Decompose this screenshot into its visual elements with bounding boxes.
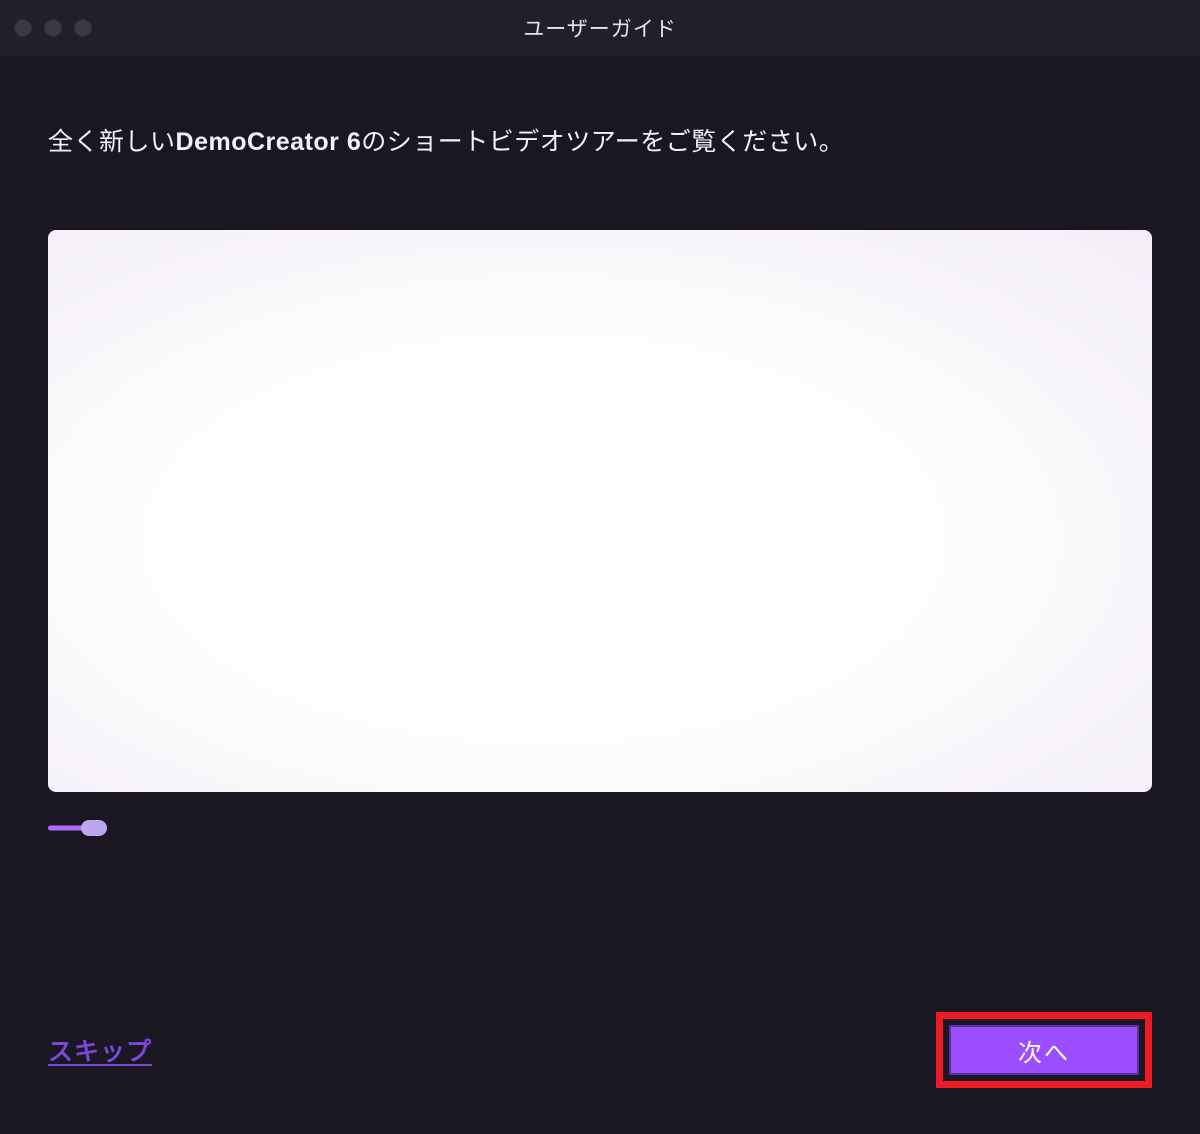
titlebar: ユーザーガイド <box>0 0 1200 56</box>
close-window-icon[interactable] <box>14 19 32 37</box>
maximize-window-icon[interactable] <box>74 19 92 37</box>
minimize-window-icon[interactable] <box>44 19 62 37</box>
window-title: ユーザーガイド <box>523 13 677 43</box>
next-button[interactable]: 次へ <box>949 1025 1139 1075</box>
video-progress-slider[interactable] <box>48 818 1152 838</box>
next-button-highlight: 次へ <box>936 1012 1152 1088</box>
headline-text: 全く新しいDemoCreator 6のショートビデオツアーをご覧ください。 <box>48 122 1152 158</box>
footer-actions: スキップ 次へ <box>48 1012 1152 1088</box>
video-tour-area[interactable] <box>48 230 1152 792</box>
headline-product-name: DemoCreator 6 <box>176 128 362 156</box>
skip-link[interactable]: スキップ <box>48 1032 152 1068</box>
headline-post: のショートビデオツアーをご覧ください。 <box>361 128 844 156</box>
headline-pre: 全く新しい <box>48 128 176 156</box>
window-traffic-lights <box>0 19 92 37</box>
main-content: 全く新しいDemoCreator 6のショートビデオツアーをご覧ください。 <box>0 122 1200 838</box>
progress-thumb[interactable] <box>81 820 107 836</box>
